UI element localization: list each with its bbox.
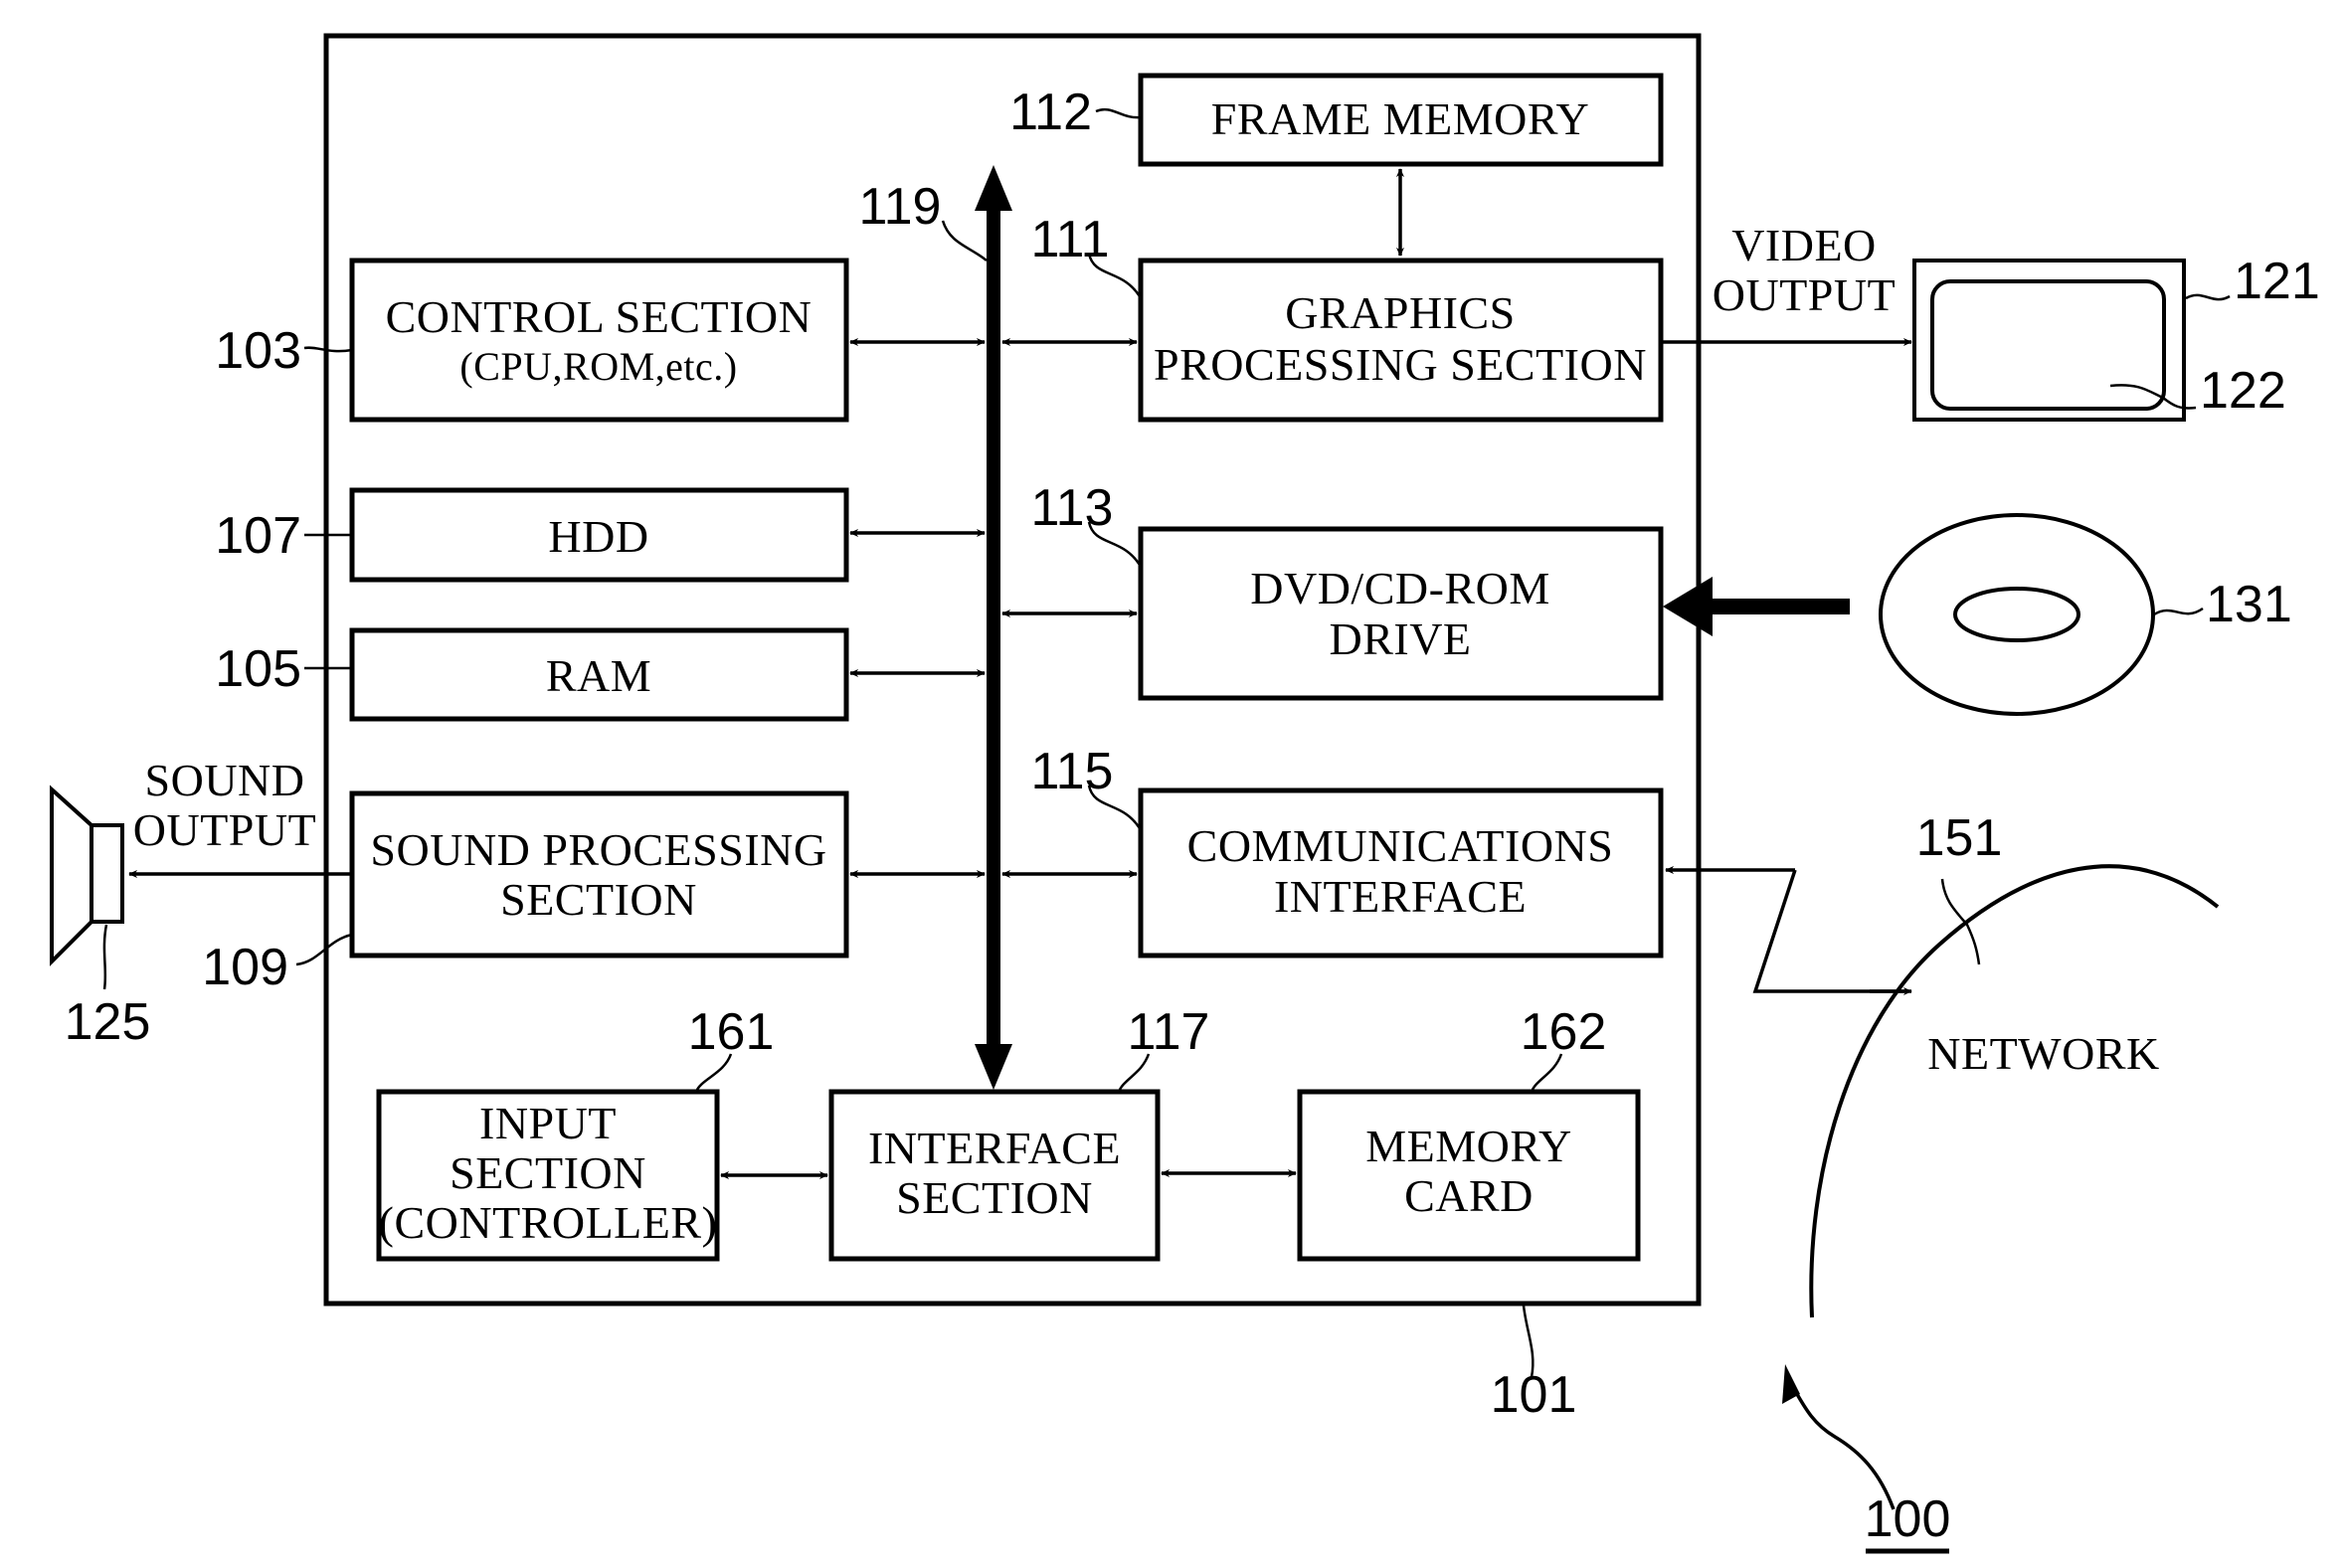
comm-label-line2: INTERFACE xyxy=(1274,871,1527,922)
control-ref: 103 xyxy=(215,322,301,380)
device-ref: 101 xyxy=(1491,1366,1577,1424)
frame-memory-label: FRAME MEMORY xyxy=(1211,93,1589,144)
frame-memory-block: FRAME MEMORY xyxy=(1138,73,1664,167)
sound-processing-block: SOUND PROCESSING SECTION xyxy=(349,790,849,958)
monitor-icon xyxy=(1912,259,2186,422)
memory-card-ref: 162 xyxy=(1521,1003,1607,1061)
block-diagram: 101 119 FRAME MEMORY 112 GRAPHICS PROCES… xyxy=(50,33,2320,1554)
screen-ref: 122 xyxy=(2200,362,2286,420)
comm-ref: 115 xyxy=(1031,743,1114,800)
input-label-line1: INPUT xyxy=(479,1098,617,1148)
disc-icon xyxy=(1879,513,2155,716)
dvd-drive-block: DVD/CD-ROM DRIVE xyxy=(1138,526,1664,701)
sound-label-line2: SECTION xyxy=(500,874,697,925)
video-output-label-line1: VIDEO xyxy=(1731,220,1877,270)
network-ref: 151 xyxy=(1916,809,2003,867)
ram-label: RAM xyxy=(546,650,651,701)
comm-label-line1: COMMUNICATIONS xyxy=(1187,820,1614,871)
control-label-line2: (CPU,ROM,etc.) xyxy=(459,344,737,389)
communications-interface-block: COMMUNICATIONS INTERFACE xyxy=(1138,787,1664,958)
bus-ref-leader xyxy=(941,220,988,261)
monitor-screen xyxy=(1930,279,2166,411)
bus-arrow-down-icon xyxy=(975,1044,1012,1090)
memory-card-block: MEMORY CARD xyxy=(1297,1089,1641,1262)
frame-memory-ref: 112 xyxy=(1009,84,1092,141)
frame-memory-ref-leader xyxy=(1095,108,1142,119)
speaker-icon xyxy=(50,784,124,966)
dvd-label-line1: DVD/CD-ROM xyxy=(1250,563,1549,613)
graphics-block: GRAPHICS PROCESSING SECTION xyxy=(1138,258,1664,423)
bus-arrow-up-icon xyxy=(975,165,1012,211)
network-ref-leader xyxy=(1940,878,1981,965)
speaker-ref-leader xyxy=(102,924,108,990)
network-label: NETWORK xyxy=(1927,1028,2159,1079)
bus-ref: 119 xyxy=(859,178,942,236)
monitor-ref: 121 xyxy=(2234,253,2320,310)
hdd-label: HDD xyxy=(548,511,648,562)
input-label-line2: SECTION xyxy=(450,1147,646,1198)
speaker-ref: 125 xyxy=(65,993,151,1051)
network-boundary xyxy=(1809,864,2220,1318)
sound-output-label-line2: OUTPUT xyxy=(133,804,316,855)
memory-card-label-line2: CARD xyxy=(1404,1170,1534,1221)
interface-ref: 117 xyxy=(1128,1003,1210,1061)
dvd-label-line2: DRIVE xyxy=(1329,613,1471,664)
graphics-label-line2: PROCESSING SECTION xyxy=(1154,339,1647,390)
sound-ref: 109 xyxy=(202,939,288,996)
input-label-line3: (CONTROLLER) xyxy=(379,1197,718,1248)
sound-output-label-line1: SOUND xyxy=(145,755,305,805)
sound-label-line1: SOUND PROCESSING xyxy=(370,824,826,875)
graphics-ref: 111 xyxy=(1030,211,1109,268)
memory-card-label-line1: MEMORY xyxy=(1365,1121,1571,1171)
control-label-line1: CONTROL SECTION xyxy=(386,291,813,342)
network-link-zigzag xyxy=(1752,869,1904,993)
ram-block: RAM xyxy=(349,627,849,722)
hdd-ref: 107 xyxy=(215,507,301,565)
input-ref: 161 xyxy=(688,1003,775,1061)
ram-ref: 105 xyxy=(215,640,301,698)
input-section-block: INPUT SECTION (CONTROLLER) xyxy=(376,1089,720,1262)
interface-label-line1: INTERFACE xyxy=(868,1123,1121,1173)
disc-ref: 131 xyxy=(2206,576,2292,633)
video-output-label-line2: OUTPUT xyxy=(1713,269,1896,320)
monitor-ref-leader xyxy=(2185,293,2231,301)
interface-label-line2: SECTION xyxy=(896,1172,1093,1223)
dvd-ref: 113 xyxy=(1031,479,1114,537)
interface-section-block: INTERFACE SECTION xyxy=(828,1089,1161,1262)
disc-insert-arrowhead-icon xyxy=(1663,577,1713,636)
hdd-block: HDD xyxy=(349,487,849,583)
disc-ref-leader xyxy=(2153,607,2204,616)
control-section-block: CONTROL SECTION (CPU,ROM,etc.) xyxy=(349,258,849,423)
system-ref: 100 xyxy=(1865,1490,1951,1548)
graphics-label-line1: GRAPHICS xyxy=(1285,287,1516,338)
